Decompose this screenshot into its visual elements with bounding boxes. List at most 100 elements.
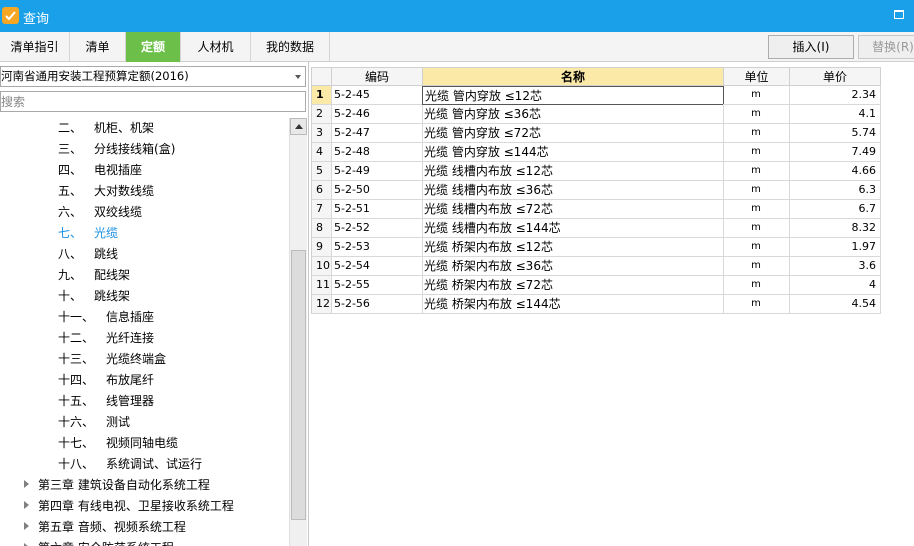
tree-item[interactable]: 二、 机柜、机架 <box>58 118 154 139</box>
tab-bill-guide[interactable]: 清单指引 <box>0 32 70 62</box>
tree-item[interactable]: 十六、 测试 <box>58 412 130 433</box>
tree-item[interactable]: 九、 配线架 <box>58 265 130 286</box>
tab-norm[interactable]: 定额 <box>126 32 181 62</box>
cell-unit[interactable]: m <box>723 143 790 162</box>
cell-code[interactable]: 5-2-53 <box>331 238 423 257</box>
cell-code[interactable]: 5-2-56 <box>331 295 423 314</box>
row-number[interactable]: 6 <box>311 181 332 200</box>
cell-name[interactable]: 光缆 管内穿放 ≤72芯 <box>422 124 724 143</box>
tree-chapter[interactable]: 第五章 音频、视频系统工程 <box>38 517 186 538</box>
cell-unit[interactable]: m <box>723 238 790 257</box>
cell-unit[interactable]: m <box>723 219 790 238</box>
row-number[interactable]: 7 <box>311 200 332 219</box>
replace-button[interactable]: 替换(R) <box>858 35 914 59</box>
cell-price[interactable]: 5.74 <box>789 124 881 143</box>
row-number[interactable]: 12 <box>311 295 332 314</box>
cell-unit[interactable]: m <box>723 295 790 314</box>
scroll-up-icon[interactable] <box>290 118 307 135</box>
tree-item[interactable]: 三、 分线接线箱(盒) <box>58 139 175 160</box>
tree-item[interactable]: 六、 双绞线缆 <box>58 202 142 223</box>
cell-unit[interactable]: m <box>723 162 790 181</box>
cell-code[interactable]: 5-2-52 <box>331 219 423 238</box>
row-number[interactable]: 9 <box>311 238 332 257</box>
tree-item[interactable]: 十、 跳线架 <box>58 286 130 307</box>
cell-name[interactable]: 光缆 线槽内布放 ≤12芯 <box>422 162 724 181</box>
cell-price[interactable]: 4.54 <box>789 295 881 314</box>
cell-name[interactable]: 光缆 桥架内布放 ≤36芯 <box>422 257 724 276</box>
row-number[interactable]: 2 <box>311 105 332 124</box>
search-input[interactable] <box>0 91 306 112</box>
cell-price[interactable]: 4 <box>789 276 881 295</box>
tree-chapter[interactable]: 第六章 安全防范系统工程 <box>38 538 174 546</box>
cell-code[interactable]: 5-2-55 <box>331 276 423 295</box>
cell-price[interactable]: 6.7 <box>789 200 881 219</box>
cell-code[interactable]: 5-2-54 <box>331 257 423 276</box>
tree-item[interactable]: 五、 大对数线缆 <box>58 181 154 202</box>
cell-code[interactable]: 5-2-46 <box>331 105 423 124</box>
cell-price[interactable]: 7.49 <box>789 143 881 162</box>
cell-unit[interactable]: m <box>723 86 790 105</box>
tree-item[interactable]: 十七、 视频同轴电缆 <box>58 433 178 454</box>
tree-item[interactable]: 十八、 系统调试、试运行 <box>58 454 202 475</box>
maximize-icon[interactable] <box>894 10 904 19</box>
expand-arrow-icon[interactable] <box>24 522 29 530</box>
tree-chapter[interactable]: 第三章 建筑设备自动化系统工程 <box>38 475 210 496</box>
cell-name[interactable]: 光缆 线槽内布放 ≤36芯 <box>422 181 724 200</box>
row-number[interactable]: 4 <box>311 143 332 162</box>
cell-unit[interactable]: m <box>723 257 790 276</box>
cell-code[interactable]: 5-2-48 <box>331 143 423 162</box>
row-number[interactable]: 10 <box>311 257 332 276</box>
cell-price[interactable]: 4.66 <box>789 162 881 181</box>
expand-arrow-icon[interactable] <box>24 501 29 509</box>
cell-name[interactable]: 光缆 管内穿放 ≤12芯 <box>422 86 724 105</box>
cell-unit[interactable]: m <box>723 181 790 200</box>
norm-library-select[interactable]: 河南省通用安装工程预算定额(2016) <box>0 66 306 87</box>
tab-bill[interactable]: 清单 <box>70 32 126 62</box>
cell-code[interactable]: 5-2-51 <box>331 200 423 219</box>
header-code[interactable]: 编码 <box>331 67 423 86</box>
tree-item[interactable]: 八、 跳线 <box>58 244 118 265</box>
cell-name[interactable]: 光缆 线槽内布放 ≤144芯 <box>422 219 724 238</box>
row-number[interactable]: 3 <box>311 124 332 143</box>
cell-name[interactable]: 光缆 桥架内布放 ≤72芯 <box>422 276 724 295</box>
cell-name[interactable]: 光缆 桥架内布放 ≤12芯 <box>422 238 724 257</box>
row-number[interactable]: 8 <box>311 219 332 238</box>
cell-code[interactable]: 5-2-45 <box>331 86 423 105</box>
row-number[interactable]: 5 <box>311 162 332 181</box>
tab-my-data[interactable]: 我的数据 <box>251 32 330 62</box>
row-number[interactable]: 11 <box>311 276 332 295</box>
cell-unit[interactable]: m <box>723 105 790 124</box>
header-name[interactable]: 名称 <box>422 67 724 86</box>
cell-name[interactable]: 光缆 桥架内布放 ≤144芯 <box>422 295 724 314</box>
cell-unit[interactable]: m <box>723 276 790 295</box>
tree-item[interactable]: 十三、 光缆终端盒 <box>58 349 166 370</box>
cell-price[interactable]: 8.32 <box>789 219 881 238</box>
tree-item-selected[interactable]: 七、 光缆 <box>58 223 118 244</box>
cell-unit[interactable]: m <box>723 124 790 143</box>
cell-name[interactable]: 光缆 线槽内布放 ≤72芯 <box>422 200 724 219</box>
cell-code[interactable]: 5-2-49 <box>331 162 423 181</box>
expand-arrow-icon[interactable] <box>24 480 29 488</box>
insert-button[interactable]: 插入(I) <box>768 35 854 59</box>
cell-price[interactable]: 2.34 <box>789 86 881 105</box>
tab-labor-material[interactable]: 人材机 <box>181 32 251 62</box>
cell-name[interactable]: 光缆 管内穿放 ≤144芯 <box>422 143 724 162</box>
cell-price[interactable]: 3.6 <box>789 257 881 276</box>
tree-chapter[interactable]: 第四章 有线电视、卫星接收系统工程 <box>38 496 234 517</box>
cell-code[interactable]: 5-2-47 <box>331 124 423 143</box>
scrollbar-thumb[interactable] <box>291 250 306 520</box>
cell-unit[interactable]: m <box>723 200 790 219</box>
header-unit[interactable]: 单位 <box>723 67 790 86</box>
header-price[interactable]: 单价 <box>789 67 881 86</box>
tree-item[interactable]: 十二、 光纤连接 <box>58 328 154 349</box>
tree-item[interactable]: 十四、 布放尾纤 <box>58 370 154 391</box>
tree-scrollbar[interactable] <box>289 118 307 546</box>
cell-price[interactable]: 1.97 <box>789 238 881 257</box>
cell-name[interactable]: 光缆 管内穿放 ≤36芯 <box>422 105 724 124</box>
tree-item[interactable]: 十一、 信息插座 <box>58 307 154 328</box>
tree-item[interactable]: 四、 电视插座 <box>58 160 142 181</box>
cell-price[interactable]: 6.3 <box>789 181 881 200</box>
cell-code[interactable]: 5-2-50 <box>331 181 423 200</box>
cell-price[interactable]: 4.1 <box>789 105 881 124</box>
tree-item[interactable]: 十五、 线管理器 <box>58 391 154 412</box>
